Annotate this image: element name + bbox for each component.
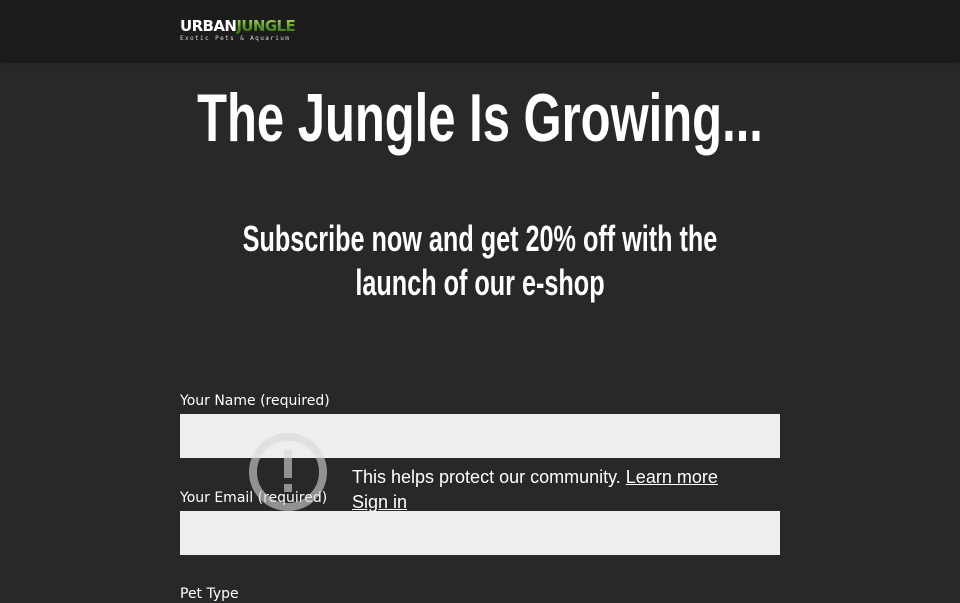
logo-tagline: Exotic Pets & Aquarium — [180, 35, 291, 42]
learn-more-link[interactable]: Learn more — [626, 467, 718, 487]
subhead-line-2: launch of our e-shop — [355, 262, 605, 303]
subscribe-promo-heading: Subscribe now and get 20% off with the l… — [144, 217, 816, 305]
logo-word-urban: URBAN — [180, 17, 237, 35]
captcha-overlay: This helps protect our community. Learn … — [352, 465, 718, 515]
email-field[interactable] — [180, 511, 780, 555]
site-header: URBANJUNGLE Exotic Pets & Aquarium — [0, 0, 960, 61]
site-logo[interactable]: URBANJUNGLE Exotic Pets & Aquarium — [180, 17, 306, 45]
subhead-line-1: Subscribe now and get 20% off with the — [242, 218, 718, 259]
page-headline: The Jungle Is Growing... — [197, 80, 763, 156]
captcha-message: This helps protect our community. — [352, 467, 621, 487]
logo-wordmark: URBANJUNGLE — [180, 17, 296, 35]
logo-word-jungle: JUNGLE — [236, 17, 296, 35]
sign-in-link[interactable]: Sign in — [352, 492, 407, 512]
warning-icon — [249, 433, 327, 511]
pet-type-label: Pet Type — [180, 586, 239, 602]
name-field-label: Your Name (required) — [180, 393, 330, 409]
